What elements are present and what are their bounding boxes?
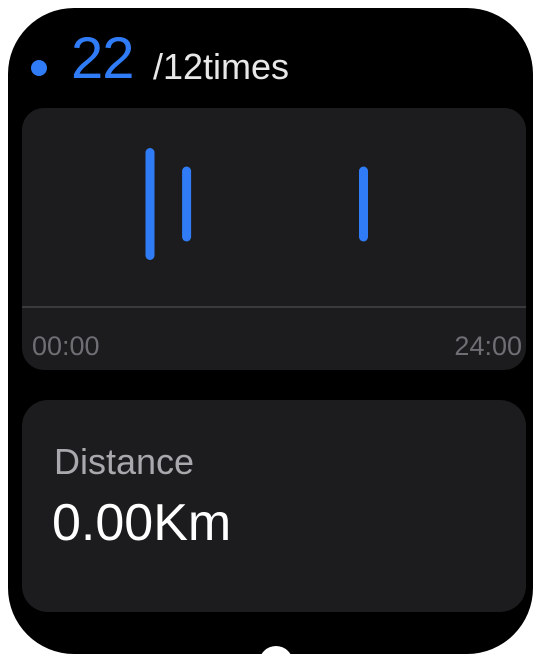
chart-baseline	[22, 306, 526, 308]
blue-dot-icon	[31, 60, 47, 76]
distance-card[interactable]: Distance 0.00Km	[22, 400, 526, 612]
activity-bar	[359, 166, 368, 242]
activity-bar	[145, 148, 155, 260]
x-axis-end-label: 24:00	[454, 331, 522, 361]
activity-chart-card[interactable]: 00:00 24:00	[22, 108, 526, 370]
activity-goal: /12times	[153, 46, 290, 87]
distance-value: 0.00Km	[52, 494, 232, 552]
activity-chart	[145, 148, 368, 260]
distance-label: Distance	[54, 441, 195, 482]
activity-count: 22	[71, 26, 135, 91]
page-indicator-icon	[259, 646, 293, 654]
activity-bar	[182, 166, 192, 242]
watch-screen: 22 /12times 00:00 24:00 Distance 0.00Km	[8, 8, 533, 654]
x-axis-start-label: 00:00	[32, 331, 100, 361]
